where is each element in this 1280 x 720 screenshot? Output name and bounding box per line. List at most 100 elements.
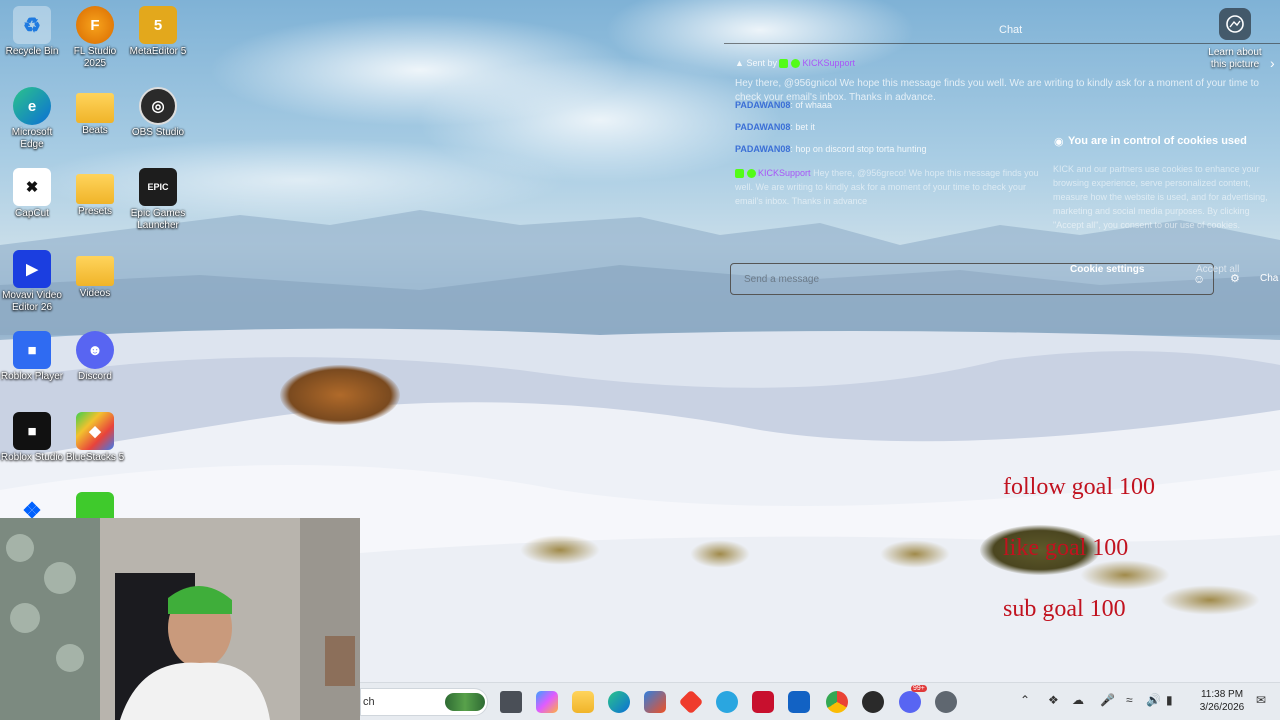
taskbar-search-input[interactable] bbox=[361, 689, 451, 715]
desktop-icon-label: Microsoft Edge bbox=[11, 127, 53, 150]
recycle-bin-icon: ♻ bbox=[13, 6, 51, 44]
desktop-icon-discord[interactable]: ☻ Discord bbox=[63, 331, 127, 383]
chevron-up-icon[interactable]: ⌃ bbox=[1020, 693, 1030, 707]
learn-about-label: Learn about this picture bbox=[1208, 47, 1262, 70]
settings-icon[interactable] bbox=[935, 691, 957, 713]
chat-username[interactable]: KICKSupport bbox=[758, 168, 811, 178]
follow-goal-text: follow goal 100 bbox=[1003, 474, 1155, 500]
webcam-image bbox=[0, 518, 360, 720]
chat-message: PADAWAN08: bet it bbox=[735, 122, 815, 132]
badge-icon bbox=[735, 169, 744, 179]
clock-date: 3/26/2026 bbox=[1199, 702, 1245, 713]
divider bbox=[724, 43, 1280, 44]
chat-message: PADAWAN08: of whaaa bbox=[735, 100, 832, 110]
desktop-icon-beats[interactable]: Beats bbox=[63, 87, 127, 137]
verified-icon bbox=[746, 169, 756, 179]
edge-taskbar-icon[interactable] bbox=[608, 691, 630, 713]
chat-message-text: : hop on discord stop torta hunting bbox=[790, 144, 927, 154]
like-goal-text: like goal 100 bbox=[1003, 535, 1129, 561]
cookie-title: You are in control of cookies used bbox=[1068, 135, 1247, 147]
desktop-icon-label: Roblox Player bbox=[0, 371, 64, 382]
chat-title: Chat bbox=[999, 24, 1023, 36]
clock-time: 11:38 PM bbox=[1200, 689, 1244, 700]
notifications-icon[interactable]: ✉ bbox=[1256, 693, 1266, 707]
cookie-settings-button[interactable]: Cookie settings bbox=[1070, 264, 1144, 275]
app-blue-icon[interactable] bbox=[716, 691, 738, 713]
desktop-icon-label: CapCut bbox=[15, 208, 49, 219]
windows-taskbar: 99+ ⌃ ❖ ☁ 🎤 ≈ 🔊 ▮ 11:38 PM 3/26/2026 ✉ bbox=[360, 682, 1280, 720]
desktop-icon-presets[interactable]: Presets bbox=[63, 168, 127, 218]
edge-icon: e bbox=[13, 87, 51, 125]
discord-taskbar-icon[interactable]: 99+ bbox=[899, 685, 927, 713]
desktop-icon-obs[interactable]: ◎ OBS Studio bbox=[126, 87, 190, 139]
pinned-message-header: ▲ Sent by KICKSupport bbox=[735, 58, 856, 69]
chat-username[interactable]: KICKSupport bbox=[803, 58, 856, 68]
copilot-icon[interactable] bbox=[536, 691, 558, 713]
onedrive-icon[interactable]: ☁ bbox=[1072, 693, 1084, 707]
folder-icon bbox=[76, 93, 114, 123]
discord-icon: ☻ bbox=[76, 331, 114, 369]
desktop-icon-label: OBS Studio bbox=[131, 127, 185, 138]
pin-icon: ▲ bbox=[735, 58, 744, 68]
obs-taskbar-icon[interactable] bbox=[862, 691, 884, 713]
roblox-studio-icon: ■ bbox=[13, 412, 51, 450]
desert-shrub bbox=[1080, 560, 1170, 590]
desert-shrub bbox=[880, 540, 950, 568]
desktop-icon-roblox-player[interactable]: ■ Roblox Player bbox=[0, 331, 64, 383]
bluestacks-icon: ◆ bbox=[76, 412, 114, 450]
desktop-icon-label: Presets bbox=[78, 206, 112, 217]
desktop-icon-videos[interactable]: Videos bbox=[63, 250, 127, 300]
desktop-icon-edge[interactable]: e Microsoft Edge bbox=[0, 87, 64, 151]
file-explorer-icon[interactable] bbox=[572, 691, 594, 713]
desktop-icon-label: Discord bbox=[78, 371, 112, 382]
tray-app-icon[interactable]: ❖ bbox=[1048, 693, 1059, 707]
cookie-body: KICK and our partners use cookies to enh… bbox=[1053, 164, 1268, 230]
task-view-icon[interactable] bbox=[500, 691, 522, 713]
desktop-icon-label: FL Studio 2025 bbox=[73, 46, 117, 69]
desktop-icon-movavi[interactable]: ▶ Movavi Video Editor 26 bbox=[0, 250, 64, 314]
mcafee-icon[interactable] bbox=[752, 691, 774, 713]
chrome-icon[interactable] bbox=[826, 691, 848, 713]
taskbar-search-box[interactable] bbox=[360, 688, 488, 716]
camera-icon bbox=[1219, 8, 1251, 40]
desktop-icon-label: BlueStacks 5 bbox=[65, 452, 125, 463]
system-clock[interactable]: 11:38 PM 3/26/2026 bbox=[1192, 688, 1252, 714]
microphone-icon[interactable]: 🎤 bbox=[1100, 693, 1115, 707]
learn-about-picture-widget[interactable]: Learn about this picture bbox=[1204, 8, 1266, 71]
epic-games-icon: EPIC bbox=[139, 168, 177, 206]
chat-message: KICKSupport Hey there, @956greco! We hop… bbox=[735, 166, 1055, 208]
desert-shrub bbox=[280, 365, 400, 425]
chat-username[interactable]: PADAWAN08 bbox=[735, 100, 790, 110]
accept-all-button[interactable]: Accept all bbox=[1196, 264, 1239, 275]
wifi-icon[interactable]: ≈ bbox=[1126, 693, 1133, 707]
volume-icon[interactable]: 🔊 bbox=[1146, 693, 1161, 707]
chat-message-text: : bet it bbox=[790, 122, 815, 132]
desktop-icon-bluestacks[interactable]: ◆ BlueStacks 5 bbox=[63, 412, 127, 464]
chat-username[interactable]: PADAWAN08 bbox=[735, 122, 790, 132]
cookie-banner: ◉ You are in control of cookies used KIC… bbox=[1050, 130, 1280, 290]
desktop-icon-metaeditor[interactable]: 5 MetaEditor 5 bbox=[126, 6, 190, 58]
desktop-icon-recycle-bin[interactable]: ♻ Recycle Bin bbox=[0, 6, 64, 58]
chevron-right-icon[interactable]: › bbox=[1270, 55, 1275, 71]
chat-username[interactable]: PADAWAN08 bbox=[735, 144, 790, 154]
microsoft-store-icon[interactable] bbox=[644, 691, 666, 713]
desktop-icon-fl-studio[interactable]: F FL Studio 2025 bbox=[63, 6, 127, 70]
badge-icon bbox=[779, 59, 789, 69]
app-red-icon[interactable] bbox=[678, 689, 704, 715]
desktop-icon-capcut[interactable]: ✖ CapCut bbox=[0, 168, 64, 220]
outlook-icon[interactable] bbox=[788, 691, 810, 713]
cookie-icon: ◉ bbox=[1054, 136, 1064, 148]
desktop-icon-roblox-studio[interactable]: ■ Roblox Studio bbox=[0, 412, 64, 464]
folder-icon bbox=[76, 256, 114, 286]
desert-shrub bbox=[1160, 585, 1260, 615]
desktop-icon-label: Beats bbox=[82, 125, 108, 136]
battery-icon[interactable]: ▮ bbox=[1166, 693, 1173, 707]
capcut-icon: ✖ bbox=[13, 168, 51, 206]
fl-studio-icon: F bbox=[76, 6, 114, 44]
pinned-label: Sent by bbox=[746, 58, 777, 68]
desktop-icon-label: Recycle Bin bbox=[5, 46, 59, 57]
chat-message-text: : of whaaa bbox=[790, 100, 832, 110]
desktop-icon-epic-games[interactable]: EPIC Epic Games Launcher bbox=[126, 168, 190, 232]
sub-goal-text: sub goal 100 bbox=[1003, 596, 1126, 622]
obs-icon: ◎ bbox=[139, 87, 177, 125]
